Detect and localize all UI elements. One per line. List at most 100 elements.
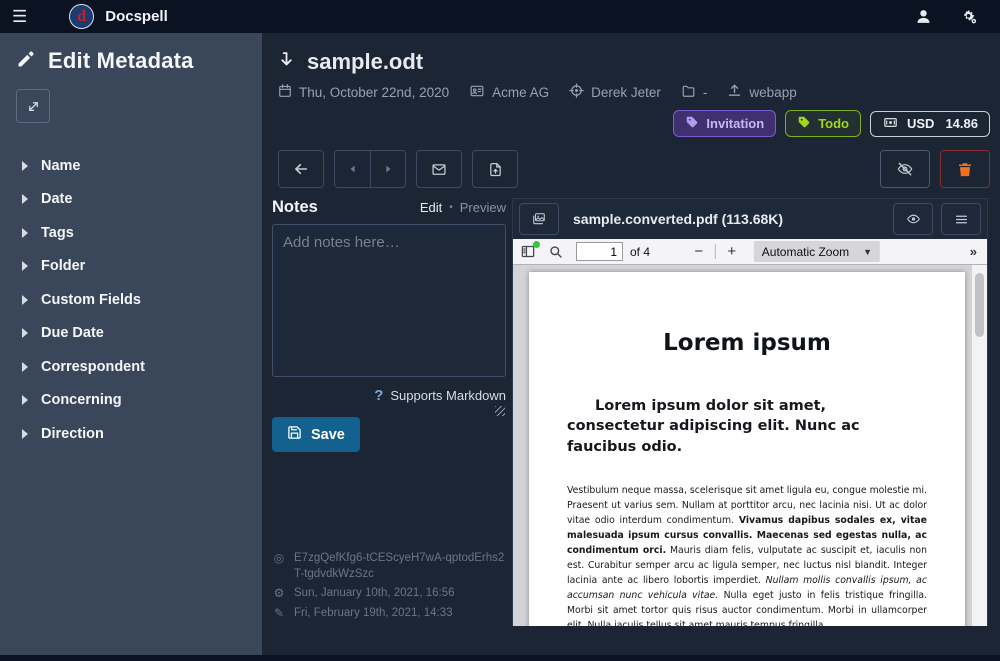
question-icon: ? — [374, 387, 383, 404]
sidebar-item-custom-fields[interactable]: Custom Fields — [16, 283, 246, 317]
pdf-scrollbar[interactable] — [972, 265, 987, 626]
pdf-search-icon[interactable] — [549, 245, 563, 259]
arrow-down-icon — [278, 49, 295, 75]
notes-heading: Notes — [272, 198, 318, 217]
attachment-view-eye-button[interactable] — [893, 203, 933, 235]
user-icon[interactable] — [915, 8, 932, 25]
calendar-icon — [278, 83, 292, 101]
back-button[interactable] — [278, 150, 324, 188]
caret-right-icon — [22, 161, 28, 171]
caret-right-icon — [22, 328, 28, 338]
caret-right-icon — [22, 261, 28, 271]
upload-icon — [727, 83, 742, 101]
next-item-button[interactable] — [370, 150, 406, 188]
save-floppy-icon — [287, 425, 302, 444]
item-correspondent: Acme AG — [469, 84, 549, 101]
tags-row: Invitation Todo USD 14.86 — [278, 110, 990, 137]
sidebar-item-due-date[interactable]: Due Date — [16, 317, 246, 351]
attachment-viewer: sample.converted.pdf (113.68K) — [512, 198, 988, 626]
item-source: webapp — [727, 83, 796, 101]
notes-edit-tab[interactable]: Edit — [420, 200, 442, 215]
hamburger-menu-icon[interactable]: ☰ — [0, 7, 39, 27]
mail-button[interactable] — [416, 150, 462, 188]
id-card-icon — [469, 84, 485, 101]
money-bill-icon — [882, 116, 899, 132]
pdf-zoom-select[interactable]: Automatic Zoom ▼ — [754, 241, 880, 262]
pdf-sidebar-toggle-icon[interactable] — [520, 244, 536, 259]
sidebar-item-folder[interactable]: Folder — [16, 250, 246, 284]
save-button[interactable]: Save — [272, 417, 360, 452]
caret-right-icon — [22, 429, 28, 439]
attachment-menu-bars-button[interactable] — [941, 203, 981, 235]
item-created-row: ⚙ Sun, January 10th, 2021, 16:56 — [272, 585, 508, 602]
folder-icon — [681, 84, 696, 101]
docspell-app: ☰ d Docspell Edit Metadata Name Date Tag… — [0, 0, 1000, 661]
pdfjs-toolbar: of 4 − + Automatic Zoom ▼ » — [513, 239, 987, 265]
item-folder: - — [681, 84, 708, 101]
pdf-page-count: of 4 — [630, 245, 650, 259]
pdf-more-tools-button[interactable]: » — [970, 244, 977, 259]
notes-preview-tab[interactable]: Preview — [460, 200, 506, 215]
pencil-icon: ✎ — [272, 605, 286, 622]
notes-textarea[interactable] — [272, 224, 506, 377]
markdown-hint[interactable]: Supports Markdown — [390, 388, 506, 403]
attachment-filename: sample.converted.pdf (113.68K) — [573, 211, 783, 227]
attachment-header: sample.converted.pdf (113.68K) — [513, 199, 987, 239]
caret-right-icon — [22, 362, 28, 372]
item-id-row: ◎ E7zgQefKfg6-tCEScyeH7wA-qptodErhs2T-tg… — [272, 550, 508, 582]
expand-all-button[interactable] — [16, 89, 50, 123]
sidebar-item-tags[interactable]: Tags — [16, 216, 246, 250]
bullseye-icon: ◎ — [272, 550, 286, 582]
item-detail-panel: sample.odt Thu, October 22nd, 2020 Acme … — [262, 33, 1000, 661]
item-system-info: ◎ E7zgQefKfg6-tCEScyeH7wA-qptodErhs2T-tg… — [272, 547, 508, 622]
sidebar-item-concerning[interactable]: Concerning — [16, 384, 246, 418]
pdf-paragraph-1: Vestibulum neque massa, scelerisque sit … — [567, 483, 927, 626]
sidebar-item-direction[interactable]: Direction — [16, 417, 246, 451]
tag-icon — [797, 115, 811, 132]
pdf-page-number-input[interactable] — [576, 242, 623, 261]
caret-right-icon — [22, 228, 28, 238]
divider — [715, 244, 716, 259]
unconfirm-eye-slash-button[interactable] — [880, 150, 930, 188]
top-navbar: ☰ d Docspell — [0, 0, 1000, 33]
sidebar-title: Edit Metadata — [48, 48, 194, 74]
item-person: Derek Jeter — [569, 83, 661, 101]
textarea-resize-handle[interactable] — [495, 406, 505, 416]
caret-right-icon — [22, 395, 28, 405]
pdf-zoom-out-button[interactable]: − — [689, 243, 709, 260]
sidebar-item-correspondent[interactable]: Correspondent — [16, 350, 246, 384]
pdf-scrollbar-thumb[interactable] — [975, 273, 984, 337]
app-title[interactable]: Docspell — [105, 8, 168, 25]
pdf-doc-title: Lorem ipsum — [567, 330, 927, 356]
bottom-edge-bar — [0, 655, 1000, 661]
sidebar-item-date[interactable]: Date — [16, 183, 246, 217]
tag-icon — [685, 115, 699, 132]
tag-invitation[interactable]: Invitation — [673, 110, 776, 137]
item-toolbar — [262, 150, 1000, 188]
settings-cogs-icon[interactable] — [959, 8, 978, 25]
notes-panel: Notes Edit • Preview ? Supports Markdown — [262, 198, 512, 626]
custom-field-usd[interactable]: USD 14.86 — [870, 111, 990, 137]
tag-todo[interactable]: Todo — [785, 110, 861, 137]
metadata-menu: Name Date Tags Folder Custom Fields Due … — [16, 149, 246, 451]
pdf-zoom-in-button[interactable]: + — [722, 243, 742, 260]
sidebar-item-name[interactable]: Name — [16, 149, 246, 183]
prev-item-button[interactable] — [334, 150, 370, 188]
pdf-page-1: Lorem ipsum Lorem ipsum dolor sit amet, … — [529, 272, 965, 626]
chevron-down-icon: ▼ — [863, 247, 872, 257]
item-title: sample.odt — [307, 49, 423, 75]
pdf-viewport[interactable]: Lorem ipsum Lorem ipsum dolor sit amet, … — [513, 265, 987, 626]
gear-icon: ⚙ — [272, 585, 286, 602]
crosshair-icon — [569, 83, 584, 101]
pdf-doc-subtitle: Lorem ipsum dolor sit amet, consectetur … — [567, 396, 927, 457]
attachment-pages-button[interactable] — [519, 203, 559, 235]
pencil-icon — [16, 49, 36, 74]
notification-dot — [533, 241, 540, 248]
edit-metadata-sidebar: Edit Metadata Name Date Tags Folder Cust… — [0, 33, 262, 661]
item-date: Thu, October 22nd, 2020 — [278, 83, 449, 101]
caret-right-icon — [22, 194, 28, 204]
add-file-button[interactable] — [472, 150, 518, 188]
docspell-logo-icon[interactable]: d — [69, 4, 94, 29]
delete-trash-button[interactable] — [940, 150, 990, 188]
dot-separator: • — [449, 202, 453, 213]
